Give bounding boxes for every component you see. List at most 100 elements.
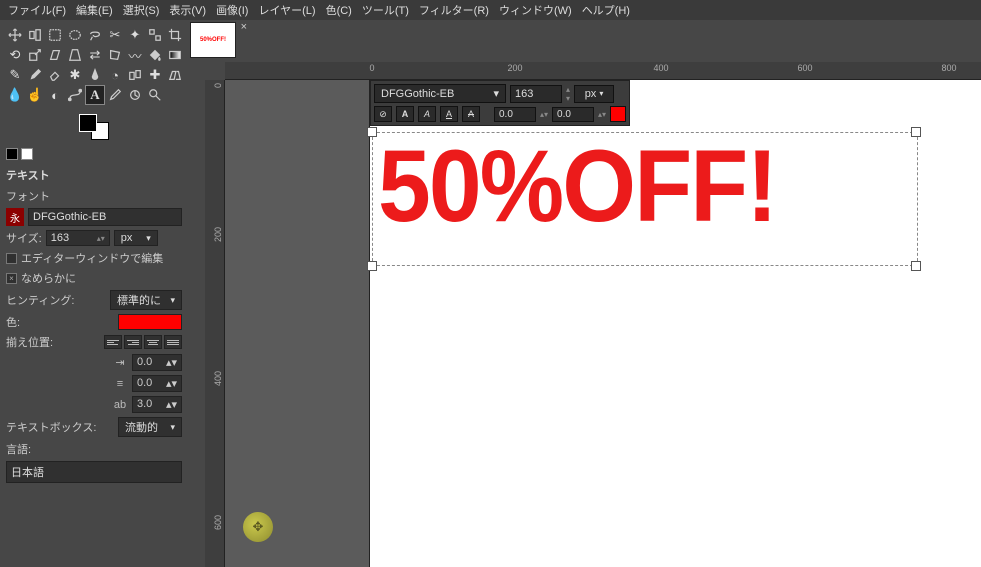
size-unit-dropdown[interactable]: px (114, 230, 158, 246)
fg-bg-color-widget[interactable] (77, 112, 111, 142)
justify-fill-button[interactable] (164, 335, 182, 349)
move-tool-icon[interactable] (6, 26, 24, 44)
canvas[interactable]: 50%OFF! DFGGothic-EB▾ 163 ▴▾ px▾ ⊘ A A (370, 80, 981, 567)
text-selection-box[interactable] (372, 132, 918, 266)
float-clear-style-button[interactable]: ⊘ (374, 106, 392, 122)
path-tool-icon[interactable] (66, 86, 84, 104)
align-tool-icon[interactable] (26, 26, 44, 44)
color-picker-tool-icon[interactable] (106, 86, 124, 104)
menu-bar: ファイル(F) 編集(E) 選択(S) 表示(V) 画像(I) レイヤー(L) … (0, 0, 981, 20)
crop-tool-icon[interactable] (166, 26, 184, 44)
canvas-area: 0 200 400 600 800 0 200 400 600 50%OFF! … (205, 62, 981, 567)
indent-icon: ⇥ (113, 356, 127, 369)
menu-tool[interactable]: ツール(T) (358, 0, 413, 20)
menu-color[interactable]: 色(C) (322, 0, 356, 20)
shear-tool-icon[interactable] (46, 46, 64, 64)
menu-window[interactable]: ウィンドウ(W) (495, 0, 576, 20)
horizontal-ruler[interactable]: 0 200 400 600 800 (225, 62, 981, 80)
size-input[interactable]: 163▴▾ (46, 230, 110, 246)
tab-icon[interactable] (21, 148, 33, 160)
language-input[interactable]: 日本語 (6, 461, 182, 483)
blur-tool-icon[interactable]: 💧 (6, 86, 24, 104)
menu-filter[interactable]: フィルター(R) (415, 0, 493, 20)
float-kerning-input[interactable]: 0.0 (552, 107, 594, 122)
menu-file[interactable]: ファイル(F) (4, 0, 70, 20)
float-strike-button[interactable]: A (462, 106, 480, 122)
selection-handle-sw[interactable] (367, 261, 377, 271)
mypaint-tool-icon[interactable]: ◔ (106, 66, 124, 84)
selection-handle-nw[interactable] (367, 127, 377, 137)
bucket-tool-icon[interactable] (146, 46, 164, 64)
scale-tool-icon[interactable] (26, 46, 44, 64)
float-font-dropdown[interactable]: DFGGothic-EB▾ (374, 84, 506, 103)
perspective-tool-icon[interactable] (66, 46, 84, 64)
airbrush-tool-icon[interactable]: ✱ (66, 66, 84, 84)
measure-tool-icon[interactable] (126, 86, 144, 104)
text-floating-toolbar[interactable]: DFGGothic-EB▾ 163 ▴▾ px▾ ⊘ A A A A 0.0 ▴… (370, 80, 630, 126)
hinting-dropdown[interactable]: 標準的に (110, 290, 182, 310)
font-preview-icon[interactable]: 永 (6, 208, 24, 226)
ink-tool-icon[interactable] (86, 66, 104, 84)
image-tab-close[interactable]: × (241, 21, 247, 33)
smudge-tool-icon[interactable]: ☝ (26, 86, 44, 104)
clone-tool-icon[interactable] (126, 66, 144, 84)
justify-center-button[interactable] (144, 335, 162, 349)
indent-input[interactable]: 0.0▴▾ (132, 354, 182, 371)
justify-right-button[interactable] (124, 335, 142, 349)
menu-layer[interactable]: レイヤー(L) (254, 0, 319, 20)
rotate-tool-icon[interactable]: ⟲ (6, 46, 24, 64)
menu-view[interactable]: 表示(V) (165, 0, 210, 20)
tab-icon[interactable] (6, 148, 18, 160)
gradient-tool-icon[interactable] (166, 46, 184, 64)
canvas-viewport[interactable]: 50%OFF! DFGGothic-EB▾ 163 ▴▾ px▾ ⊘ A A (225, 80, 981, 567)
editor-window-checkbox[interactable]: エディターウィンドウで編集 (0, 248, 188, 268)
cage-tool-icon[interactable] (106, 46, 124, 64)
tool-options-title: テキスト (0, 164, 188, 186)
lasso-tool-icon[interactable] (86, 26, 104, 44)
float-color-swatch[interactable] (610, 106, 626, 122)
float-bold-button[interactable]: A (396, 106, 414, 122)
warp-tool-icon[interactable]: 〰 (126, 46, 144, 64)
font-label: フォント (6, 188, 50, 204)
antialias-checkbox[interactable]: ×なめらかに (0, 268, 188, 288)
dodge-tool-icon[interactable]: ◐ (46, 86, 64, 104)
float-baseline-spinner[interactable]: ▴▾ (540, 110, 548, 119)
float-unit-dropdown[interactable]: px▾ (574, 85, 614, 103)
float-baseline-input[interactable]: 0.0 (494, 107, 536, 122)
menu-edit[interactable]: 編集(E) (72, 0, 117, 20)
foreground-color[interactable] (79, 114, 97, 132)
float-kerning-spinner[interactable]: ▴▾ (598, 110, 606, 119)
eraser-tool-icon[interactable] (46, 66, 64, 84)
scissors-tool-icon[interactable]: ✂ (106, 26, 124, 44)
menu-help[interactable]: ヘルプ(H) (578, 0, 634, 20)
float-underline-button[interactable]: A (440, 106, 458, 122)
color-label: 色: (6, 314, 20, 330)
text-tool-icon[interactable]: A (86, 86, 104, 104)
line-spacing-input[interactable]: 0.0▴▾ (132, 375, 182, 392)
selection-handle-se[interactable] (911, 261, 921, 271)
menu-image[interactable]: 画像(I) (212, 0, 252, 20)
textbox-mode-dropdown[interactable]: 流動的 (118, 417, 182, 437)
flip-tool-icon[interactable]: ⇄ (86, 46, 104, 64)
vertical-ruler[interactable]: 0 200 400 600 (205, 80, 225, 567)
heal-tool-icon[interactable]: ✚ (146, 66, 164, 84)
pencil-tool-icon[interactable]: ✎ (6, 66, 24, 84)
image-tab-preview: 50%OFF! (200, 37, 226, 43)
image-tab[interactable]: 50%OFF! × (190, 22, 236, 58)
justify-left-button[interactable] (104, 335, 122, 349)
letter-spacing-input[interactable]: 3.0▴▾ (132, 396, 182, 413)
text-color-swatch[interactable] (118, 314, 182, 330)
paintbrush-tool-icon[interactable] (26, 66, 44, 84)
float-size-spinner[interactable]: ▴▾ (566, 85, 570, 103)
zoom-tool-icon[interactable] (146, 86, 164, 104)
rect-select-tool-icon[interactable] (46, 26, 64, 44)
float-size-input[interactable]: 163 (510, 85, 562, 103)
ellipse-select-tool-icon[interactable] (66, 26, 84, 44)
fuzzy-select-tool-icon[interactable]: ✦ (126, 26, 144, 44)
by-color-select-tool-icon[interactable] (146, 26, 164, 44)
font-input[interactable]: DFGGothic-EB (28, 208, 182, 226)
selection-handle-ne[interactable] (911, 127, 921, 137)
float-italic-button[interactable]: A (418, 106, 436, 122)
perspective-clone-tool-icon[interactable] (166, 66, 184, 84)
menu-select[interactable]: 選択(S) (119, 0, 164, 20)
